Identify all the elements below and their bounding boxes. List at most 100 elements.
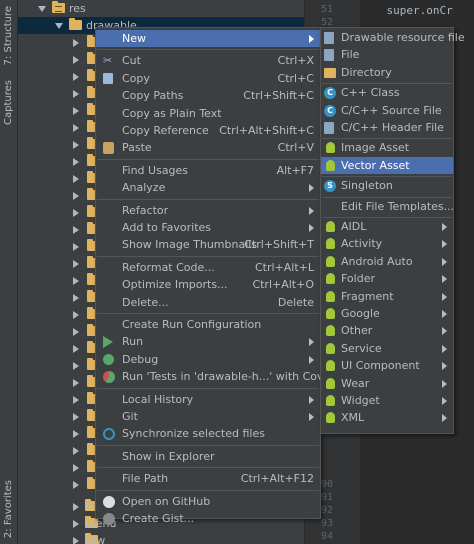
collapse-arrow-icon[interactable] xyxy=(73,260,79,268)
menu-item-shortcut: Ctrl+C xyxy=(277,71,314,85)
collapse-arrow-icon[interactable] xyxy=(73,192,79,200)
menu-item-open-on-github[interactable]: Open on GitHub xyxy=(96,493,320,510)
collapse-arrow-icon[interactable] xyxy=(73,158,79,166)
captures-tab[interactable]: Captures xyxy=(0,80,18,142)
menu-item-cut[interactable]: ✂ Cut Ctrl+X xyxy=(96,52,320,69)
collapse-arrow-icon[interactable] xyxy=(73,243,79,251)
collapse-arrow-icon[interactable] xyxy=(73,107,79,115)
submenu-item-xml[interactable]: XML xyxy=(321,409,453,426)
expand-arrow-icon[interactable] xyxy=(55,23,63,29)
menu-item-label: Git xyxy=(122,410,138,423)
submenu-item-c-c-header-file[interactable]: C/C++ Header File xyxy=(321,119,453,136)
submenu-item-ui-component[interactable]: UI Component xyxy=(321,357,453,374)
submenu-item-singleton[interactable]: S Singleton xyxy=(321,177,453,194)
collapse-arrow-icon[interactable] xyxy=(73,481,79,489)
menu-item-new[interactable]: New xyxy=(96,30,320,47)
menu-item-label: Paste xyxy=(122,141,152,155)
collapse-arrow-icon[interactable] xyxy=(73,503,79,511)
collapse-arrow-icon[interactable] xyxy=(73,396,79,404)
collapse-arrow-icon[interactable] xyxy=(73,141,79,149)
submenu-item-fragment[interactable]: Fragment xyxy=(321,288,453,305)
collapse-arrow-icon[interactable] xyxy=(73,362,79,370)
menu-item-copy-as-plain-text[interactable]: Copy as Plain Text xyxy=(96,105,320,122)
collapse-arrow-icon[interactable] xyxy=(73,379,79,387)
cpp-source-icon: C xyxy=(324,104,336,117)
collapse-arrow-icon[interactable] xyxy=(73,39,79,47)
submenu-item-google[interactable]: Google xyxy=(321,305,453,322)
menu-item-debug[interactable]: Debug xyxy=(96,351,320,368)
menu-item-optimize-imports[interactable]: Optimize Imports... Ctrl+Alt+O xyxy=(96,276,320,293)
submenu-arrow-icon xyxy=(442,344,447,353)
menu-item-git[interactable]: Git xyxy=(96,408,320,425)
menu-item-copy-reference[interactable]: Copy Reference Ctrl+Alt+Shift+C xyxy=(96,122,320,139)
submenu-item-activity[interactable]: Activity xyxy=(321,235,453,252)
submenu-item-aidl[interactable]: AIDL xyxy=(321,218,453,235)
menu-item-local-history[interactable]: Local History xyxy=(96,391,320,408)
menu-item-copy-paths[interactable]: Copy Paths Ctrl+Shift+C xyxy=(96,87,320,104)
menu-item-analyze[interactable]: Analyze xyxy=(96,179,320,196)
menu-item-file-path[interactable]: File Path Ctrl+Alt+F12 xyxy=(96,470,320,487)
github-icon xyxy=(103,495,115,508)
submenu-item-wear[interactable]: Wear xyxy=(321,375,453,392)
collapse-arrow-icon[interactable] xyxy=(73,430,79,438)
menu-item-label: Local History xyxy=(122,392,194,406)
collapse-arrow-icon[interactable] xyxy=(73,277,79,285)
menu-item-show-image-thumbnails[interactable]: Show Image Thumbnails Ctrl+Shift+T xyxy=(96,236,320,253)
submenu-item-c-c-source-file[interactable]: C C/C++ Source File xyxy=(321,102,453,119)
menu-item-synchronize-selected-files[interactable]: Synchronize selected files xyxy=(96,425,320,442)
collapse-arrow-icon[interactable] xyxy=(73,56,79,64)
submenu-item-android-auto[interactable]: Android Auto xyxy=(321,253,453,270)
submenu-arrow-icon xyxy=(309,206,314,215)
collapse-arrow-icon[interactable] xyxy=(73,328,79,336)
submenu-item-c-class[interactable]: C C++ Class xyxy=(321,84,453,101)
menu-item-run-tests-in-drawable-h-with-coverage[interactable]: Run 'Tests in 'drawable-h...' with Cover… xyxy=(96,368,355,385)
submenu-item-directory[interactable]: Directory xyxy=(321,64,453,81)
collapse-arrow-icon[interactable] xyxy=(73,175,79,183)
menu-item-copy[interactable]: Copy Ctrl+C xyxy=(96,70,320,87)
menu-item-find-usages[interactable]: Find Usages Alt+F7 xyxy=(96,162,320,179)
menu-item-show-in-explorer[interactable]: Show in Explorer xyxy=(96,448,320,465)
submenu-item-other[interactable]: Other xyxy=(321,322,453,339)
menu-item-add-to-favorites[interactable]: Add to Favorites xyxy=(96,219,320,236)
menu-item-reformat-code[interactable]: Reformat Code... Ctrl+Alt+L xyxy=(96,259,320,276)
submenu-arrow-icon xyxy=(309,184,314,193)
collapse-arrow-icon[interactable] xyxy=(73,124,79,132)
collapse-arrow-icon[interactable] xyxy=(73,311,79,319)
submenu-item-label: Android Auto xyxy=(341,254,413,268)
tree-row-raw[interactable]: raw xyxy=(18,532,304,544)
collapse-arrow-icon[interactable] xyxy=(73,447,79,455)
favorites-tab[interactable]: 2: Favorites xyxy=(0,480,18,542)
submenu-item-label: File xyxy=(341,48,360,62)
collapse-arrow-icon[interactable] xyxy=(73,464,79,472)
collapse-arrow-icon[interactable] xyxy=(73,209,79,217)
structure-tab[interactable]: 7: Structure xyxy=(0,6,18,70)
submenu-item-vector-asset[interactable]: Vector Asset xyxy=(321,156,453,174)
menu-item-create-run-configuration[interactable]: Create Run Configuration xyxy=(96,316,320,333)
submenu-item-widget[interactable]: Widget xyxy=(321,392,453,409)
menu-item-refactor[interactable]: Refactor xyxy=(96,202,320,219)
android-icon xyxy=(325,342,336,354)
submenu-item-edit-file-templates[interactable]: Edit File Templates... xyxy=(321,198,454,215)
submenu-item-file[interactable]: File xyxy=(321,46,453,63)
collapse-arrow-icon[interactable] xyxy=(73,226,79,234)
submenu-item-label: Drawable resource file xyxy=(341,31,465,44)
menu-item-paste[interactable]: Paste Ctrl+V xyxy=(96,139,320,156)
collapse-arrow-icon[interactable] xyxy=(73,294,79,302)
collapse-arrow-icon[interactable] xyxy=(73,413,79,421)
collapse-arrow-icon[interactable] xyxy=(73,90,79,98)
collapse-arrow-icon[interactable] xyxy=(73,537,79,544)
collapse-arrow-icon[interactable] xyxy=(73,520,79,528)
menu-item-run[interactable]: Run xyxy=(96,333,320,350)
menu-item-create-gist[interactable]: Create Gist... xyxy=(96,510,320,527)
tree-row-res[interactable]: res xyxy=(18,0,304,17)
submenu-item-service[interactable]: Service xyxy=(321,340,453,357)
submenu-item-drawable-resource-file[interactable]: Drawable resource file xyxy=(321,29,465,46)
collapse-arrow-icon[interactable] xyxy=(73,73,79,81)
menu-item-delete[interactable]: Delete... Delete xyxy=(96,294,320,311)
submenu-item-folder[interactable]: Folder xyxy=(321,270,453,287)
scissors-icon: ✂ xyxy=(103,54,113,68)
expand-arrow-icon[interactable] xyxy=(38,6,46,12)
collapse-arrow-icon[interactable] xyxy=(73,345,79,353)
drawable-folder-icon xyxy=(69,18,82,30)
submenu-item-image-asset[interactable]: Image Asset xyxy=(321,139,453,156)
